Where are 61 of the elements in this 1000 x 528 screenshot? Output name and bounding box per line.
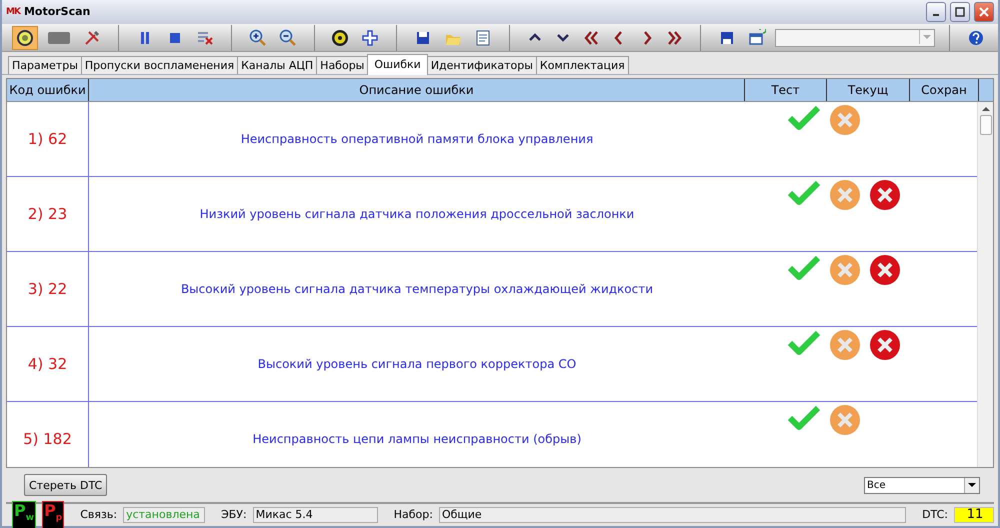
app-logo: MK (6, 6, 20, 17)
scroll-up-arrow-icon[interactable] (982, 106, 990, 112)
column-header: Описание ошибки (89, 79, 745, 102)
error-icon (869, 254, 901, 286)
maximize-button[interactable] (950, 2, 970, 22)
check-icon (787, 404, 821, 432)
inactive-error-icon (829, 104, 861, 136)
tab[interactable]: Ошибки (367, 54, 428, 76)
dropdown-arrow-icon (923, 34, 932, 40)
error-code: 4) 32 (7, 327, 89, 402)
minimize-button[interactable] (926, 2, 946, 22)
connection-status: установлена (123, 506, 206, 523)
power-indicator: P$_{w}$ (12, 501, 36, 528)
set-dropdown[interactable] (774, 28, 936, 47)
error-icon (869, 179, 901, 212)
tab[interactable]: Каналы АЦП (237, 56, 318, 74)
check-icon (787, 179, 821, 208)
dtc-count: 11 (954, 506, 994, 523)
dtc-label: DTC: (922, 508, 948, 522)
ecu-value: Микас 5.4 (252, 506, 378, 523)
connect-toggle[interactable] (12, 26, 38, 50)
close-icon (979, 6, 989, 17)
tab[interactable]: Комплектация (536, 56, 629, 74)
error-description: Неисправность цепи лампы неисправности (обрыв) (252, 431, 582, 448)
ecu-label: ЭБУ: (221, 508, 247, 522)
connection-label: Связь: (80, 508, 118, 522)
scrollbar[interactable] (977, 102, 993, 468)
inactive-error-icon (829, 404, 861, 436)
inactive-error-icon (829, 254, 861, 286)
close-button[interactable] (974, 2, 994, 22)
column-header: Тест (745, 79, 827, 102)
error-code: 2) 23 (7, 177, 89, 252)
set-value: Общие (438, 506, 906, 523)
power-indicator: P$_{p}$ (42, 501, 64, 528)
inactive-error-icon (829, 329, 861, 362)
minimize-icon (933, 14, 939, 16)
window-title: MotorScan (24, 5, 92, 18)
check-icon (787, 104, 821, 132)
column-header: Текущ (827, 79, 910, 102)
tab[interactable]: Наборы (316, 56, 368, 74)
error-description: Высокий уровень сигнала датчика температуры охлаждающей жидкости (180, 281, 654, 298)
check-icon (787, 254, 821, 282)
filter-dropdown[interactable]: Все (864, 476, 980, 494)
error-description: Высокий уровень сигнала первого корректора СО (256, 356, 578, 374)
tab[interactable]: Идентификаторы (426, 56, 537, 74)
maximize-icon (955, 6, 965, 17)
scrollbar-thumb[interactable] (980, 115, 992, 136)
error-icon (869, 329, 901, 362)
set-label: Набор: (394, 508, 433, 522)
check-icon (787, 329, 821, 358)
clear-dtc-button[interactable]: Стереть DTC (24, 474, 108, 496)
error-description: Неисправность оперативной памяти блока управления (240, 131, 594, 148)
inactive-error-icon (829, 179, 861, 212)
error-code: 3) 22 (7, 252, 89, 326)
dropdown-arrow-icon (968, 482, 976, 488)
column-header: Сохран (910, 79, 979, 102)
column-header: Код ошибки (7, 79, 89, 102)
error-code: 1) 62 (7, 102, 89, 176)
error-description: Низкий уровень сигнала датчика положения дроссельной заслонки (198, 206, 636, 224)
tab[interactable]: Параметры (8, 56, 82, 74)
tab[interactable]: Пропуски воспламенения (80, 56, 238, 74)
